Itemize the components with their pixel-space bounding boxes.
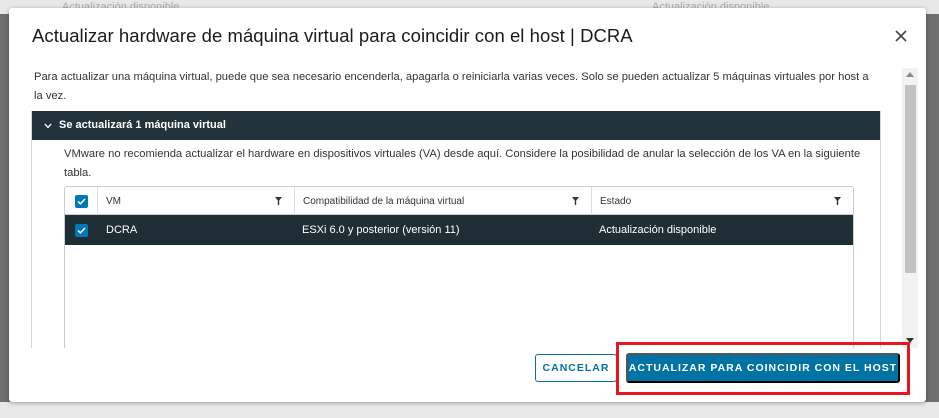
row-checkbox[interactable] xyxy=(74,223,88,237)
cell-compatibility: ESXi 6.0 y posterior (versión 11) xyxy=(302,224,460,236)
check-icon xyxy=(76,197,86,205)
select-all-checkbox[interactable] xyxy=(74,194,88,208)
cancel-button[interactable]: CANCELAR xyxy=(535,354,617,382)
scroll-up-arrow-icon[interactable] xyxy=(906,72,914,77)
vm-datagrid: VM Compatibilidad de la máquina virtual … xyxy=(64,186,854,348)
check-icon xyxy=(76,226,86,234)
close-button[interactable] xyxy=(894,29,908,43)
vm-upgrade-section: Se actualizará 1 máquina virtual VMware … xyxy=(31,111,881,348)
scrollbar-thumb[interactable] xyxy=(905,85,916,273)
upgrade-hardware-dialog: Actualizar hardware de máquina virtual p… xyxy=(9,8,926,402)
filter-icon[interactable] xyxy=(834,197,841,208)
filter-icon[interactable] xyxy=(275,197,282,208)
column-header-label: VM xyxy=(106,195,121,207)
filter-icon[interactable] xyxy=(572,197,579,208)
section-header-toggle[interactable]: Se actualizará 1 máquina virtual xyxy=(32,111,880,140)
cell-vm-name: DCRA xyxy=(106,224,138,236)
chevron-down-icon xyxy=(44,123,52,129)
column-header-state[interactable]: Estado xyxy=(591,187,853,215)
section-header-label: Se actualizará 1 máquina virtual xyxy=(59,119,226,131)
vertical-scrollbar[interactable] xyxy=(902,68,918,348)
intro-text: Para actualizar una máquina virtual, pue… xyxy=(34,71,869,102)
column-header-compatibility[interactable]: Compatibilidad de la máquina virtual xyxy=(294,187,591,215)
column-header-label: Estado xyxy=(600,195,632,207)
upgrade-to-match-host-button[interactable]: ACTUALIZAR PARA COINCIDIR CON EL HOST xyxy=(626,353,900,383)
column-header-label: Compatibilidad de la máquina virtual xyxy=(303,195,465,207)
column-header-vm[interactable]: VM xyxy=(97,187,294,215)
dialog-title: Actualizar hardware de máquina virtual p… xyxy=(32,25,633,46)
datagrid-header: VM Compatibilidad de la máquina virtual … xyxy=(65,187,853,215)
background-app-bottom xyxy=(0,402,939,418)
cell-state: Actualización disponible xyxy=(599,224,717,236)
close-icon xyxy=(895,30,907,42)
dialog-body: Para actualizar una máquina virtual, pue… xyxy=(31,66,883,348)
table-row[interactable]: DCRA ESXi 6.0 y posterior (versión 11) A… xyxy=(65,215,853,245)
va-warning-text: VMware no recomienda actualizar el hardw… xyxy=(64,148,861,179)
